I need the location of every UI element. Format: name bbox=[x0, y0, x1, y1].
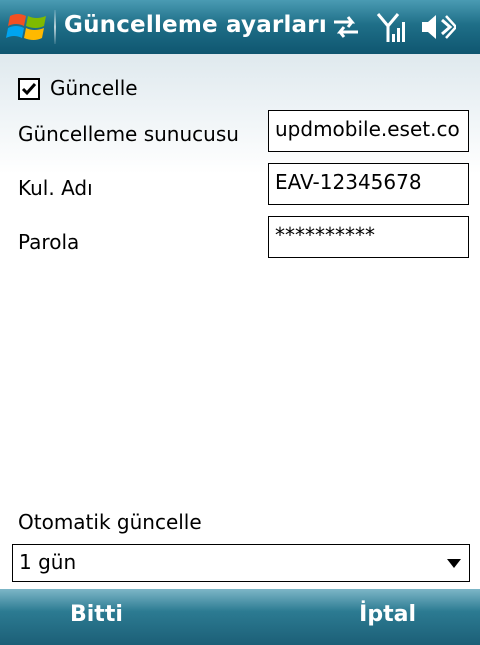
auto-update-value: 1 gün bbox=[19, 550, 77, 574]
settings-panel: Güncelle Güncelleme sunucusu updmobile.e… bbox=[0, 54, 480, 589]
volume-icon[interactable] bbox=[420, 12, 456, 42]
window-title: Güncelleme ayarları bbox=[64, 12, 327, 38]
cancel-softkey[interactable]: İptal bbox=[359, 602, 416, 627]
auto-update-select[interactable]: 1 gün bbox=[12, 544, 470, 582]
auto-update-label: Otomatik güncelle bbox=[18, 510, 202, 534]
password-label: Parola bbox=[18, 230, 80, 254]
signal-icon[interactable] bbox=[376, 12, 410, 44]
title-separator bbox=[54, 10, 56, 44]
connectivity-icon[interactable] bbox=[330, 12, 362, 42]
windows-start-icon[interactable] bbox=[6, 8, 50, 46]
title-bar: Güncelleme ayarları bbox=[0, 0, 480, 54]
done-softkey[interactable]: Bitti bbox=[70, 602, 123, 627]
chevron-down-icon bbox=[447, 559, 461, 568]
server-input[interactable]: updmobile.eset.co bbox=[268, 110, 469, 152]
username-input[interactable]: EAV-12345678 bbox=[268, 163, 469, 205]
checkmark-icon bbox=[21, 83, 37, 96]
server-label: Güncelleme sunucusu bbox=[18, 122, 239, 146]
softkey-bar: Bitti İptal bbox=[0, 589, 480, 645]
update-checkbox[interactable] bbox=[18, 78, 40, 100]
password-input[interactable]: ********** bbox=[268, 216, 469, 258]
status-icons bbox=[320, 12, 470, 44]
username-label: Kul. Adı bbox=[18, 176, 93, 200]
update-checkbox-label: Güncelle bbox=[50, 76, 138, 100]
